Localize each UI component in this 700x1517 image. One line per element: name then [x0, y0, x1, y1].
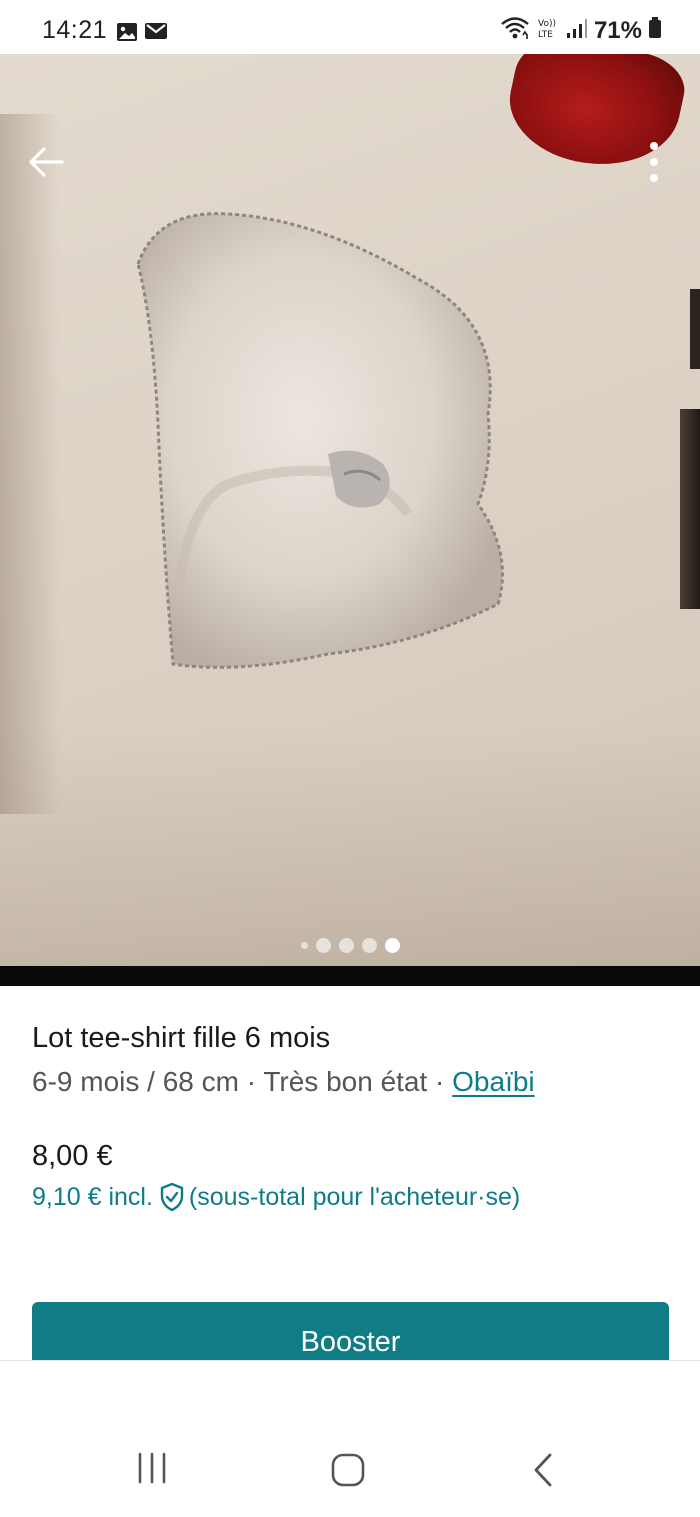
mail-icon	[144, 22, 168, 47]
size-condition: 6-9 mois / 68 cm · Très bon état ·	[32, 1066, 453, 1097]
nav-recent-apps-button[interactable]	[134, 1452, 170, 1484]
photo-shadow-bottom	[0, 726, 700, 966]
recent-apps-icon	[138, 1452, 166, 1484]
back-button[interactable]	[24, 140, 68, 184]
listing-details: 6-9 mois / 68 cm · Très bon état · Obaïb…	[32, 1066, 535, 1098]
price-incl-note: (sous-total pour l'acheteur·se)	[188, 1182, 521, 1211]
photo-bottom-bar	[0, 966, 700, 986]
carousel-dot[interactable]	[338, 938, 354, 953]
carousel-dot-active[interactable]	[384, 938, 400, 953]
status-time: 14:21	[42, 16, 108, 44]
signal-icon	[566, 17, 588, 44]
listing-price: 8,00 €	[32, 1140, 113, 1172]
dark-edge	[690, 289, 700, 369]
brand-link[interactable]: Obaïbi	[452, 1066, 535, 1097]
svg-text:LTE: LTE	[538, 30, 553, 40]
volte-icon: Vo)) LTE	[536, 16, 560, 45]
dark-edge	[680, 409, 700, 609]
status-notification-icons	[116, 22, 168, 47]
nav-home-button[interactable]	[330, 1452, 366, 1488]
photo-shadow	[0, 114, 60, 814]
gallery-icon	[116, 22, 138, 47]
home-icon	[331, 1453, 365, 1487]
arrow-left-icon	[29, 147, 64, 177]
more-options-button[interactable]	[636, 138, 672, 186]
carousel-dot[interactable]	[315, 938, 331, 953]
nav-back-button[interactable]	[528, 1452, 560, 1488]
carousel-dot[interactable]	[361, 938, 377, 953]
price-incl-text: 9,10 € incl.	[32, 1182, 153, 1211]
carousel-indicator	[0, 938, 700, 953]
chevron-left-icon	[534, 1453, 552, 1487]
status-system-icons: Vo)) LTE 71%	[500, 16, 662, 45]
shield-check-icon	[159, 1182, 185, 1212]
status-bar: 14:21 Vo)) LTE 71%	[0, 0, 700, 54]
more-vertical-icon	[650, 142, 658, 182]
wifi-icon	[500, 16, 530, 45]
battery-percent: 71%	[593, 16, 642, 44]
product-photo[interactable]	[0, 54, 700, 966]
fur-garment	[136, 212, 504, 669]
listing-title: Lot tee-shirt fille 6 mois	[32, 1022, 331, 1054]
carousel-dot[interactable]	[300, 942, 308, 949]
battery-icon	[648, 17, 662, 44]
bottom-sheet	[0, 1360, 700, 1517]
svg-text:Vo)): Vo))	[538, 19, 556, 29]
buyer-protection-price[interactable]: 9,10 € incl. (sous-total pour l'acheteur…	[32, 1182, 520, 1212]
